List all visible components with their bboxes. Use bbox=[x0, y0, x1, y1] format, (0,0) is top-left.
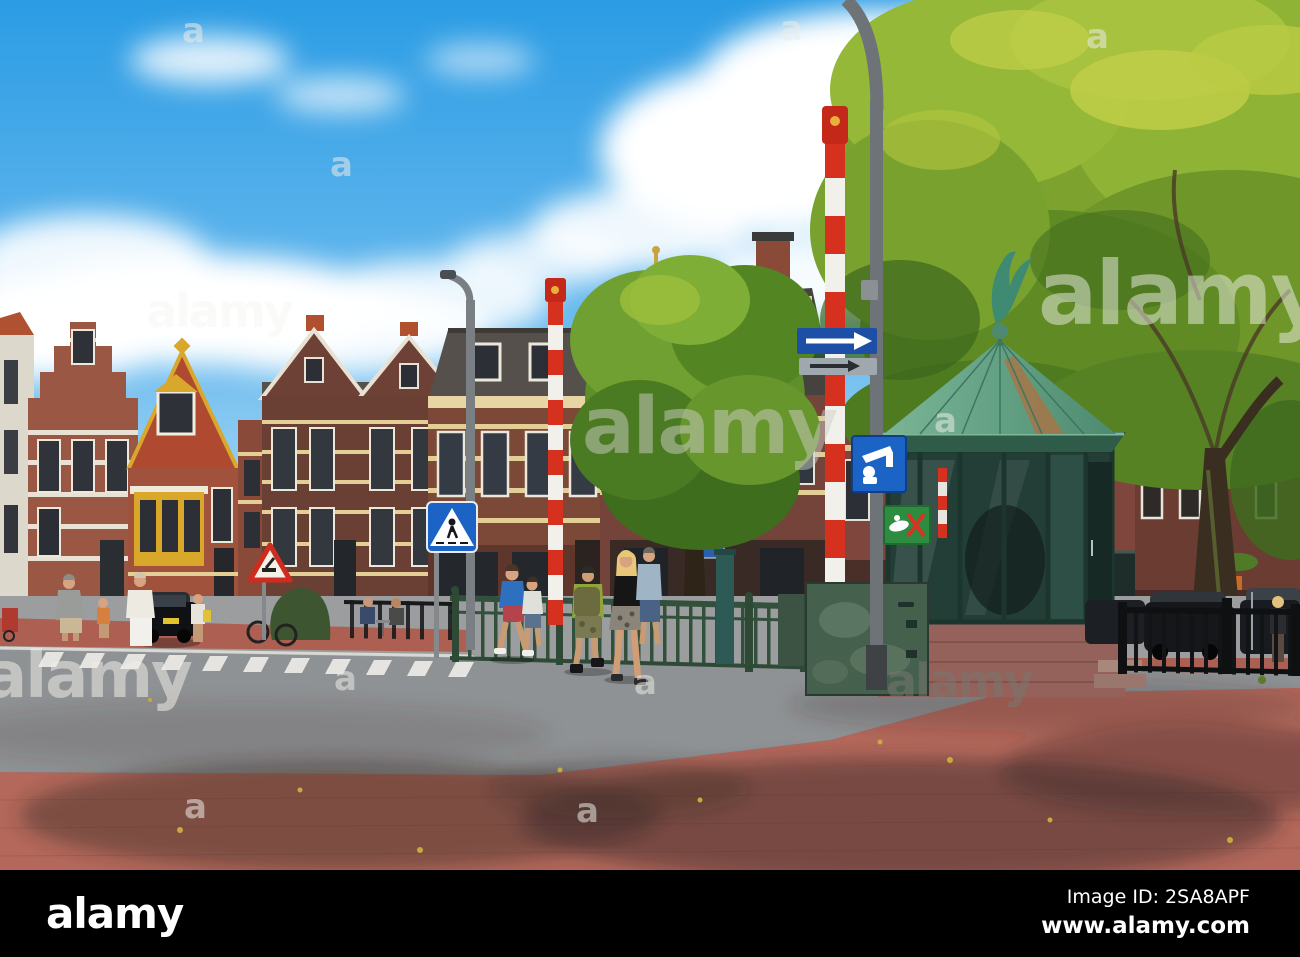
image-id-text: Image ID: 2SA8APF bbox=[1066, 886, 1250, 909]
alamy-stock-photo-page: alamy alamy alamy alamy alamy a a a a a … bbox=[0, 0, 1300, 957]
no-mooring-sign bbox=[883, 505, 931, 545]
license-plate bbox=[163, 618, 179, 624]
kiosk-finial-ball bbox=[992, 323, 1008, 339]
barrier-mast-small bbox=[545, 278, 566, 625]
kiosk-glass-reflection-stripes bbox=[938, 468, 947, 538]
alamy-logo: alamy bbox=[46, 888, 184, 938]
footer-info: Image ID: 2SA8APF www.alamy.com bbox=[1041, 885, 1300, 942]
iron-fence-right bbox=[1117, 598, 1300, 676]
bridge-control-sign bbox=[851, 435, 907, 493]
bridge-pillar-teal bbox=[716, 552, 734, 664]
direction-signs bbox=[797, 328, 877, 375]
street-scene-illustration bbox=[0, 0, 1300, 870]
alamy-footer-bar: alamy Image ID: 2SA8APF www.alamy.com bbox=[0, 870, 1300, 957]
alamy-url-text: www.alamy.com bbox=[1041, 912, 1250, 939]
street-scene-photo: alamy alamy alamy alamy alamy a a a a a … bbox=[0, 0, 1300, 870]
stroller bbox=[2, 608, 18, 632]
